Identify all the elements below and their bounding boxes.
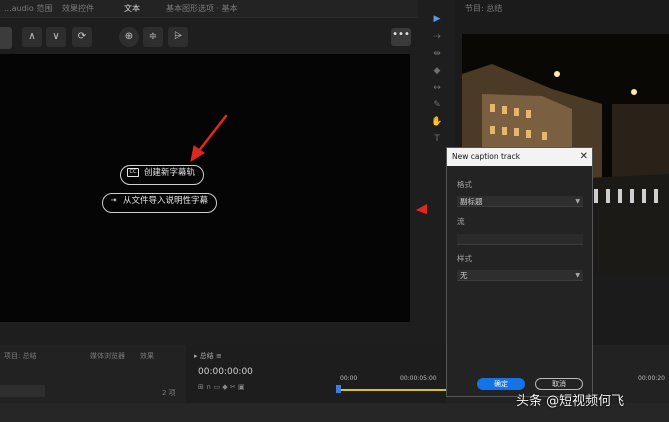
ruler-start: 00:00 xyxy=(340,375,358,382)
project-search-input[interactable] xyxy=(0,385,45,397)
ruler-mid: 00:00:05:00 xyxy=(400,375,437,382)
style-label: 样式 xyxy=(457,254,472,263)
style-select[interactable]: 无 ▼ xyxy=(457,270,583,281)
format-value: 副标题 xyxy=(460,197,483,206)
ruler-end: 00:00:20 xyxy=(638,375,665,382)
ok-button[interactable]: 确定 xyxy=(477,378,525,390)
hand-icon[interactable]: ✋ xyxy=(431,117,443,127)
chevron-down-icon: ▼ xyxy=(575,272,580,279)
arrow-to-create xyxy=(196,114,228,154)
razor-icon[interactable]: ◆ xyxy=(431,66,443,76)
close-icon[interactable]: ✕ xyxy=(580,148,588,166)
new-caption-track-dialog: New caption track ✕ 格式 副标题 ▼ 流 样式 无 ▼ 确定 取… xyxy=(446,147,593,397)
stream-label: 流 xyxy=(457,217,465,226)
monitor-title: 节目: 总结 xyxy=(465,4,503,13)
timeline-tools[interactable]: ⊞ ∩ ▭ ◆ ✂ ▣ xyxy=(198,383,245,391)
stream-select[interactable] xyxy=(457,234,583,245)
work-area-bar[interactable] xyxy=(338,389,446,391)
track-select-icon[interactable]: ⇢ xyxy=(431,32,443,42)
playhead[interactable] xyxy=(336,385,341,393)
selection-tool-icon[interactable]: ▶ xyxy=(431,14,443,24)
pen-icon[interactable]: ✎ xyxy=(431,100,443,110)
cancel-button[interactable]: 取消 xyxy=(535,378,583,390)
watermark: 头条 @短视频何飞 xyxy=(516,394,625,409)
style-value: 无 xyxy=(460,271,468,280)
slip-icon[interactable]: ↔ xyxy=(431,83,443,93)
effects-tab[interactable]: 效果 xyxy=(140,351,154,361)
ripple-edit-icon[interactable]: ⇹ xyxy=(431,49,443,59)
project-panel-tab[interactable]: 项目: 总结 xyxy=(4,351,37,361)
item-count: 2 项 xyxy=(162,389,176,397)
dialog-title: New caption track xyxy=(447,148,592,166)
media-browser-tab[interactable]: 媒体浏览器 xyxy=(90,351,125,361)
timeline-title: ▸ 总结 ≡ xyxy=(194,352,222,360)
format-label: 格式 xyxy=(457,180,472,189)
tools-panel: ▶ ⇢ ⇹ ◆ ↔ ✎ ✋ T xyxy=(427,0,447,345)
timeline-panel: ▸ 总结 ≡ 00:00:00:00 00:00 00:00:05:00 ⊞ ∩… xyxy=(186,345,446,407)
type-tool-icon[interactable]: T xyxy=(431,134,443,144)
timecode-display[interactable]: 00:00:00:00 xyxy=(198,367,253,377)
format-select[interactable]: 副标题 ▼ xyxy=(457,196,583,207)
chevron-down-icon: ▼ xyxy=(575,198,580,205)
